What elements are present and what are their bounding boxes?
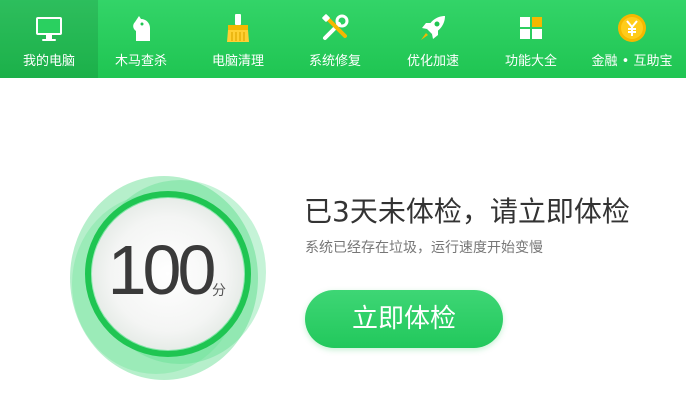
yuan-coin-icon — [618, 14, 646, 42]
health-score-ring: 100 分 — [60, 160, 280, 390]
nav-item-system-repair[interactable]: 系统修复 — [286, 0, 384, 78]
nav-label: 功能大全 — [504, 54, 557, 69]
nav-label: 电脑清理 — [211, 54, 264, 69]
broom-icon — [227, 14, 249, 42]
start-checkup-button[interactable]: 立即体检 — [305, 290, 503, 348]
checkup-subline: 系统已经存在垃圾，运行速度开始变慢 — [305, 240, 543, 256]
nav-item-trojan-scan[interactable]: 木马查杀 — [92, 0, 190, 78]
top-navigation-bar: 我的电脑 木马查杀 电脑清理 系统修复 优化加速 功能大全 金融 • 互助宝 — [0, 0, 686, 78]
nav-item-finance[interactable]: 金融 • 互助宝 — [580, 0, 684, 78]
grid-icon — [520, 17, 542, 39]
nav-item-pc-cleanup[interactable]: 电脑清理 — [189, 0, 287, 78]
rocket-icon — [421, 16, 445, 40]
nav-label: 木马查杀 — [114, 54, 167, 69]
nav-item-all-features[interactable]: 功能大全 — [482, 0, 580, 78]
horse-icon — [133, 16, 150, 41]
nav-label: 我的电脑 — [22, 54, 75, 69]
nav-label: 金融 • 互助宝 — [591, 54, 673, 69]
nav-label: 系统修复 — [308, 54, 361, 69]
nav-item-optimize-speed[interactable]: 优化加速 — [384, 0, 482, 78]
nav-label: 优化加速 — [406, 54, 459, 69]
nav-item-my-computer[interactable]: 我的电脑 — [0, 0, 98, 78]
score-value: 100 — [107, 231, 217, 309]
checkup-headline: 已3天未体检，请立即体检 — [304, 195, 630, 228]
tools-icon — [322, 14, 349, 40]
monitor-icon — [36, 17, 62, 41]
score-unit: 分 — [212, 283, 226, 299]
